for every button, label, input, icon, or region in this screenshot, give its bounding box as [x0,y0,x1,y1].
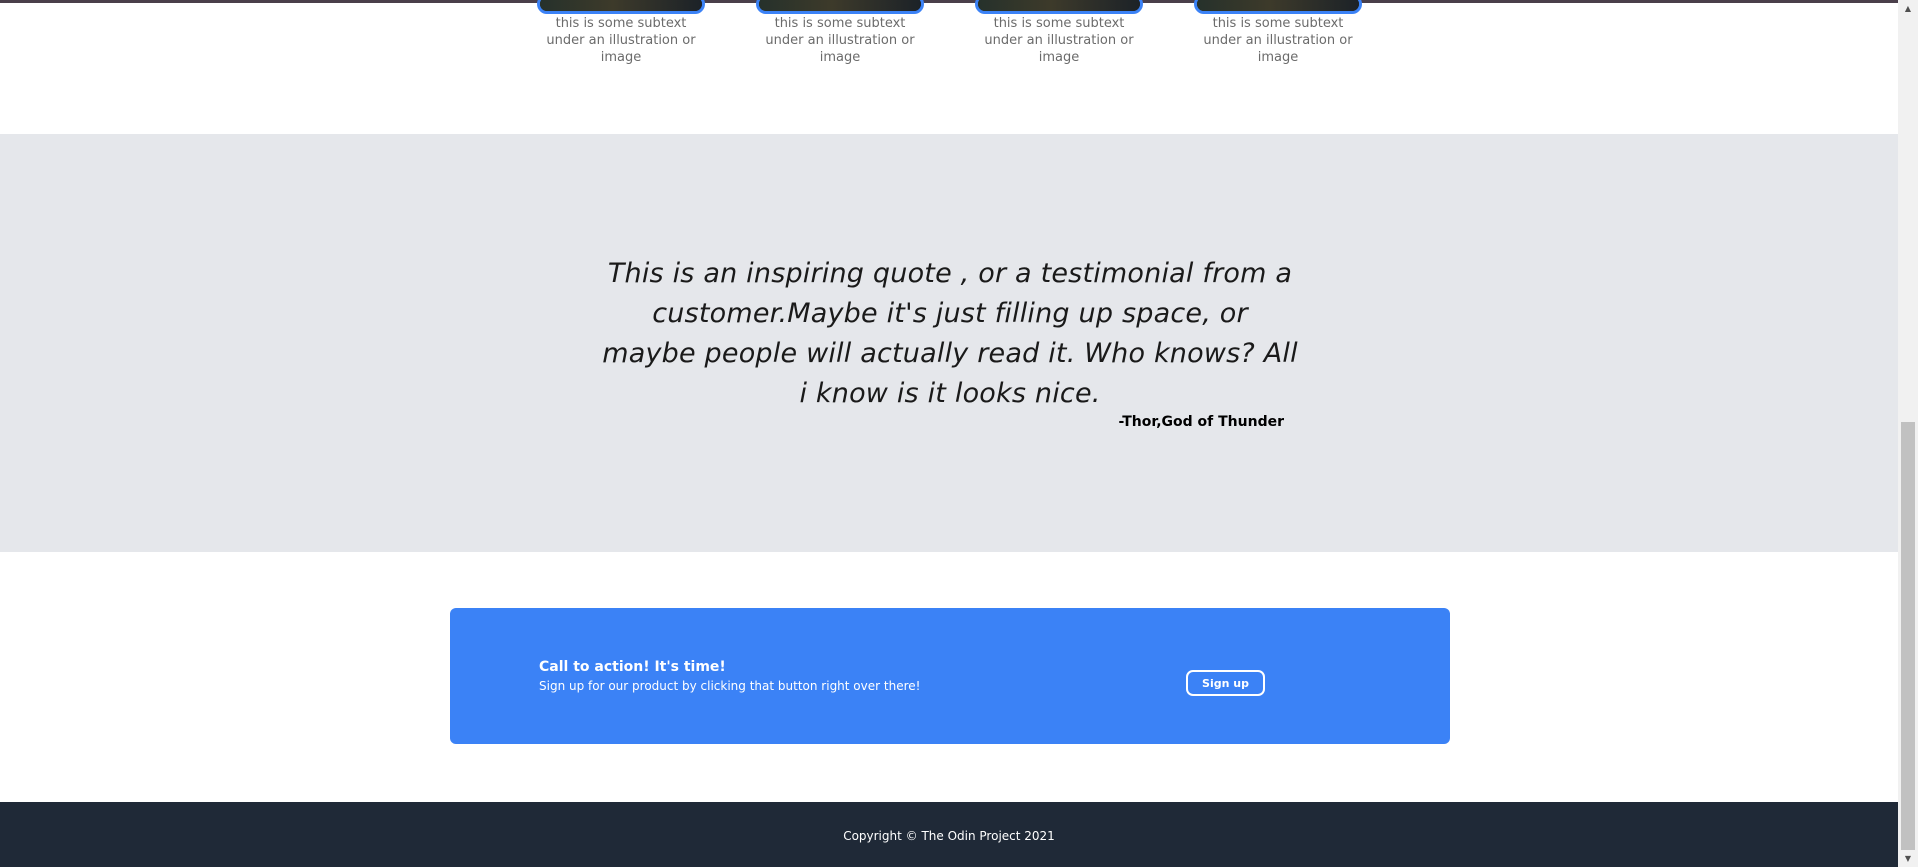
card-image [537,0,705,14]
quote-text: This is an inspiring quote , or a testim… [602,258,1298,409]
card-caption: this is some subtext under an illustrati… [984,16,1134,65]
card-image [1194,0,1362,14]
cta-title: Call to action! It's time! [539,659,726,675]
call-to-action-panel: Call to action! It's time! Sign up for o… [450,608,1450,744]
quote-author: -Thor,God of Thunder [1118,414,1284,430]
card-caption: this is some subtext under an illustrati… [765,16,915,65]
image-cards-section: this is some subtext under an illustrati… [0,0,1898,134]
sign-up-button[interactable]: Sign up [1186,670,1265,696]
page: this is some subtext under an illustrati… [0,0,1898,867]
scrollbar-thumb[interactable] [1901,422,1915,850]
card-image [756,0,924,14]
scroll-up-arrow-icon[interactable]: ▲ [1898,0,1918,17]
card-caption: this is some subtext under an illustrati… [546,16,696,65]
scroll-down-arrow-icon[interactable]: ▼ [1898,850,1918,867]
quote-section: This is an inspiring quote , or a testim… [0,134,1898,552]
cta-subtitle: Sign up for our product by clicking that… [539,679,921,693]
footer-copyright: Copyright © The Odin Project 2021 [843,829,1055,843]
footer: Copyright © The Odin Project 2021 [0,802,1898,867]
card-caption: this is some subtext under an illustrati… [1203,16,1353,65]
card-image [975,0,1143,14]
vertical-scrollbar[interactable]: ▲ ▼ [1898,0,1918,867]
